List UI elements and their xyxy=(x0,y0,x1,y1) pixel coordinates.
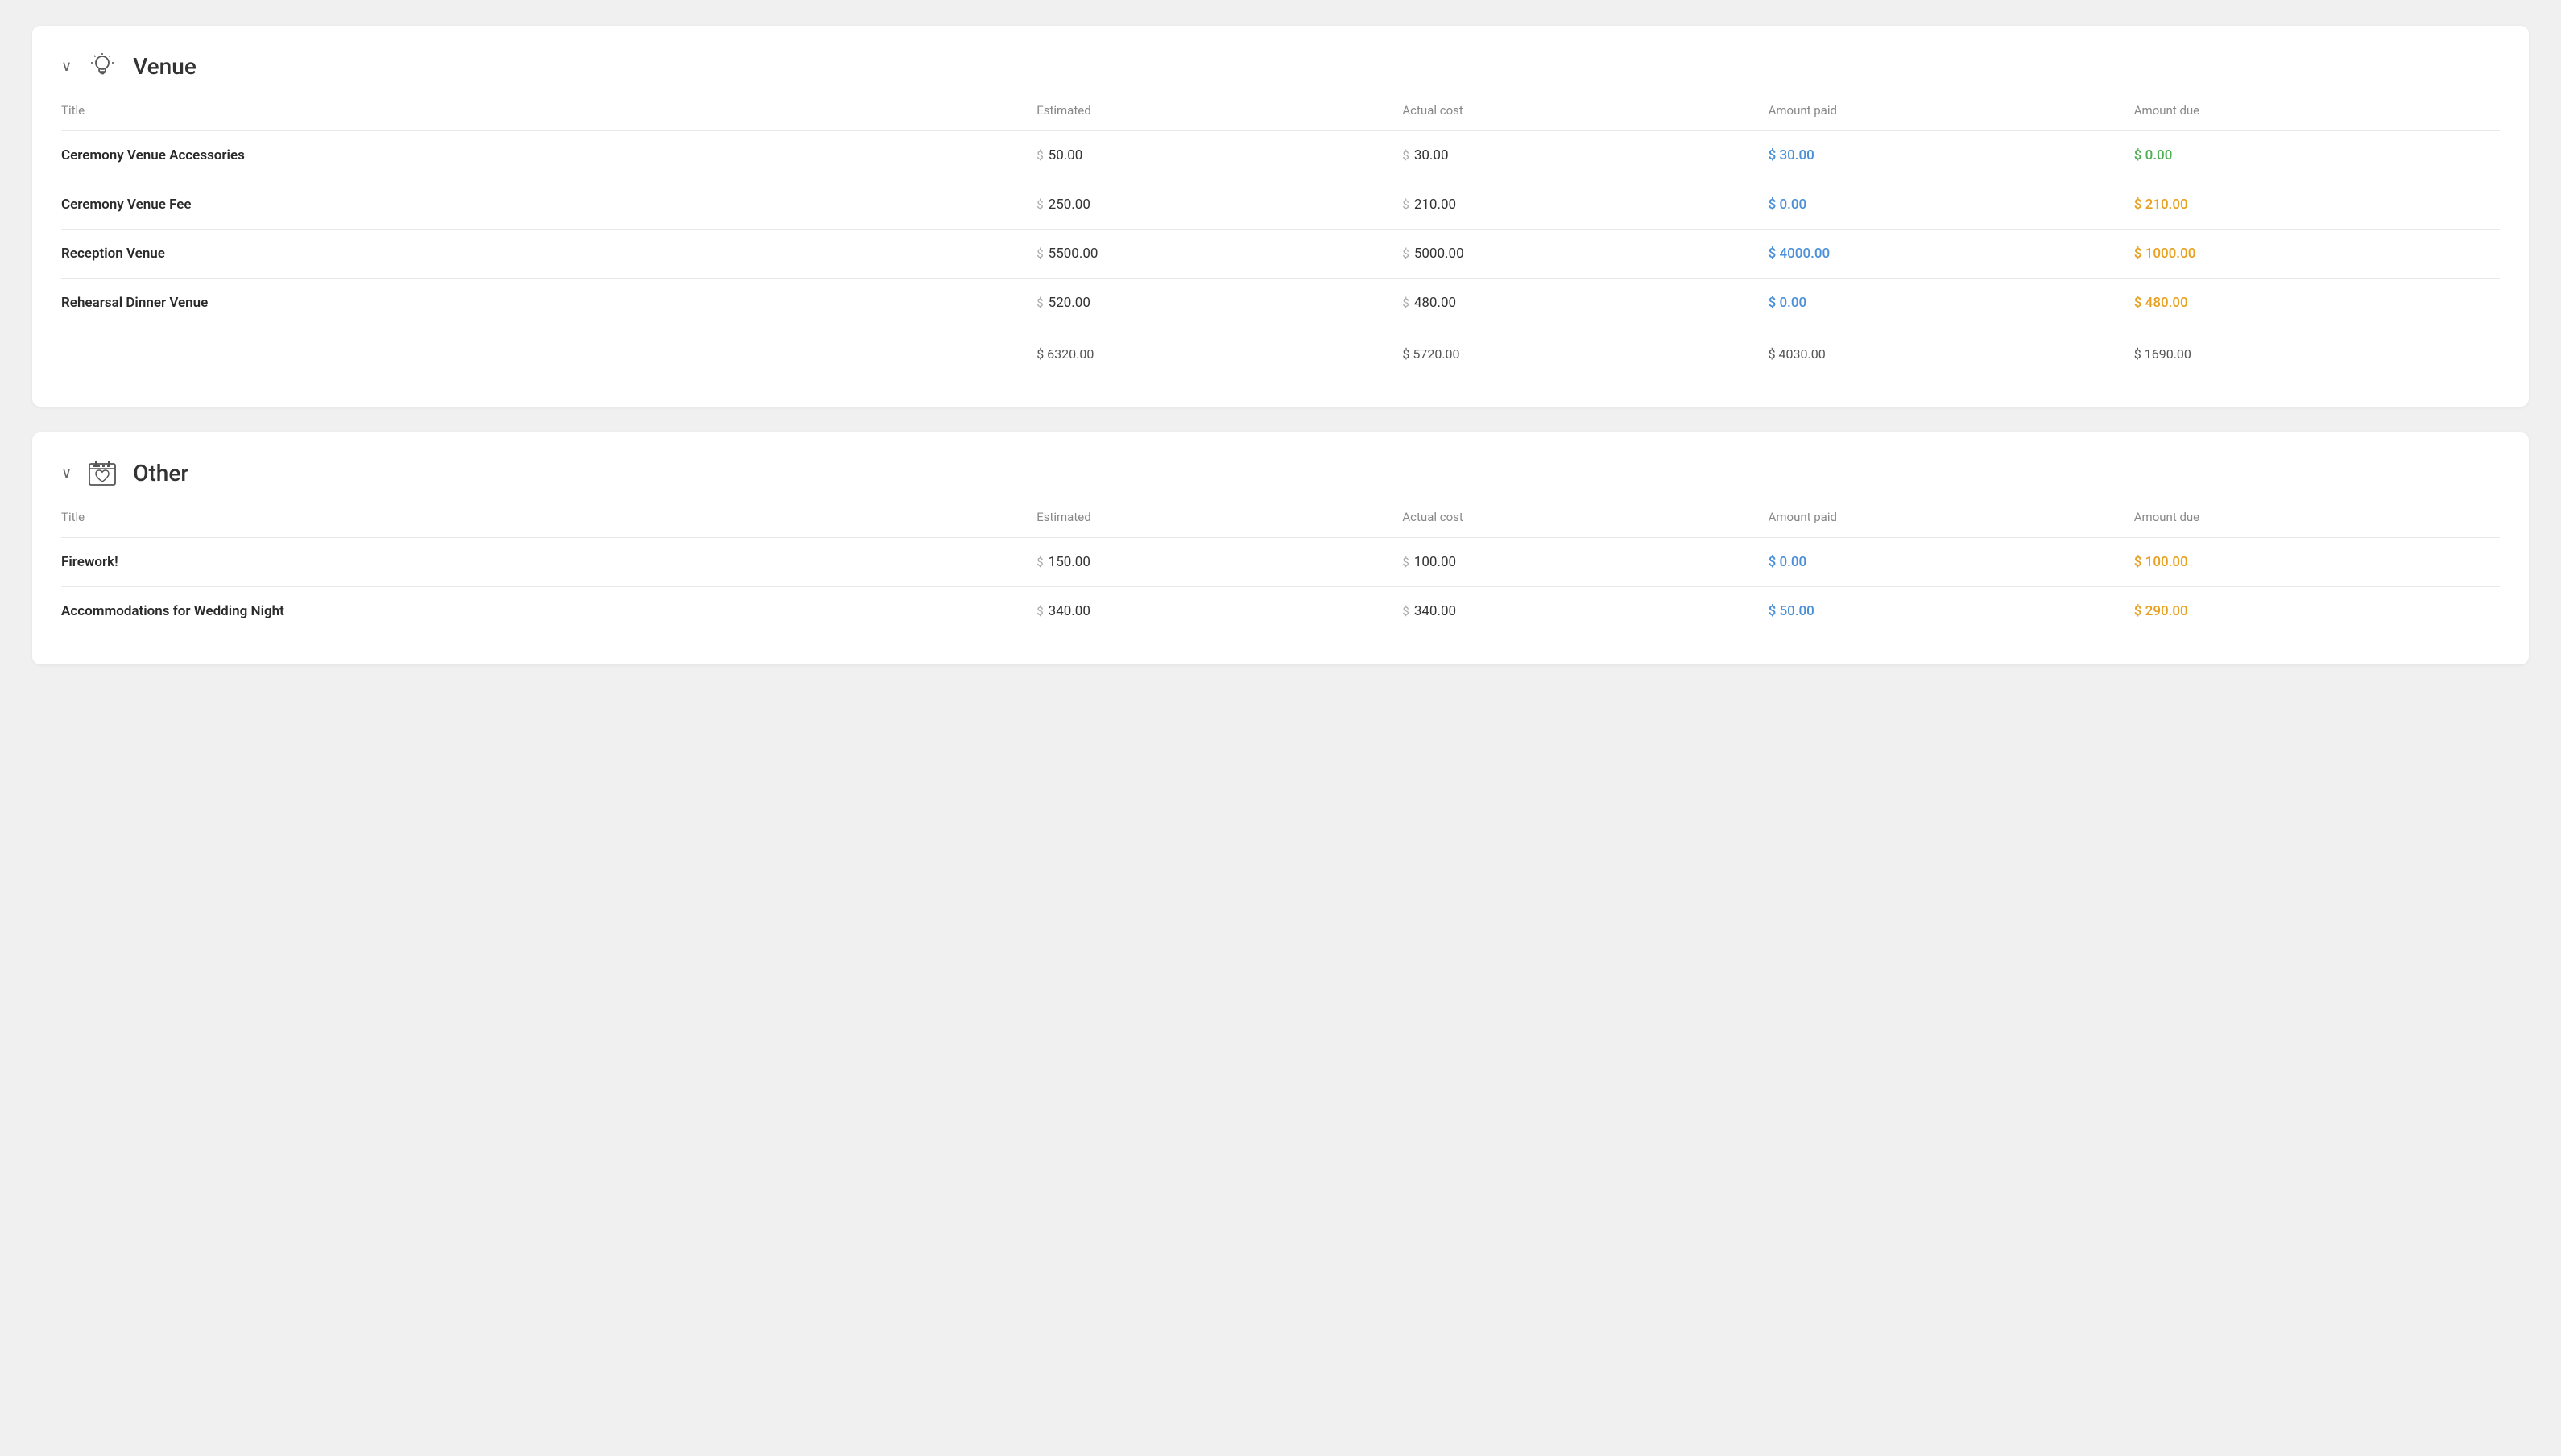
dollar-icon: $ xyxy=(1036,246,1043,261)
table-row: Ceremony Venue Accessories$ 50.00$ 30.00… xyxy=(61,131,2500,180)
table-row: Ceremony Venue Fee$ 250.00$ 210.00$ 0.00… xyxy=(61,180,2500,230)
dollar-icon: $ xyxy=(2134,147,2145,163)
row-estimated: $ 150.00 xyxy=(1036,538,1402,587)
row-title: Firework! xyxy=(61,538,1036,587)
row-title: Ceremony Venue Fee xyxy=(61,180,1036,230)
row-actual-cost: $ 480.00 xyxy=(1402,279,1768,328)
row-amount-due: $ 290.00 xyxy=(2134,587,2500,636)
dollar-icon: $ xyxy=(1402,555,1409,569)
row-amount-due: $ 1000.00 xyxy=(2134,230,2500,279)
other-col-estimated: Estimated xyxy=(1036,510,1402,538)
table-row: Firework!$ 150.00$ 100.00$ 0.00$ 100.00 xyxy=(61,538,2500,587)
dollar-icon: $ xyxy=(1402,246,1409,261)
row-amount-paid: $ 0.00 xyxy=(1769,180,2134,230)
venue-icon xyxy=(85,48,120,84)
table-row: Rehearsal Dinner Venue$ 520.00$ 480.00$ … xyxy=(61,279,2500,328)
dollar-icon: $ xyxy=(2134,196,2145,213)
row-amount-due: $ 100.00 xyxy=(2134,538,2500,587)
row-estimated: $ 340.00 xyxy=(1036,587,1402,636)
dollar-icon: $ xyxy=(1036,197,1043,212)
other-table: Title Estimated Actual cost Amount paid … xyxy=(61,510,2500,635)
other-icon xyxy=(85,455,120,490)
row-amount-paid: $ 4000.00 xyxy=(1769,230,2134,279)
row-amount-due: $ 210.00 xyxy=(2134,180,2500,230)
venue-total-actual: $ 5720.00 xyxy=(1402,327,1768,378)
venue-total-due: $ 1690.00 xyxy=(2134,327,2500,378)
dollar-icon: $ xyxy=(1769,603,1780,619)
row-estimated: $ 520.00 xyxy=(1036,279,1402,328)
venue-title: Venue xyxy=(133,53,197,80)
row-actual-cost: $ 210.00 xyxy=(1402,180,1768,230)
row-actual-cost: $ 340.00 xyxy=(1402,587,1768,636)
row-amount-due: $ 480.00 xyxy=(2134,279,2500,328)
row-title: Reception Venue xyxy=(61,230,1036,279)
row-amount-paid: $ 0.00 xyxy=(1769,538,2134,587)
table-row: Accommodations for Wedding Night$ 340.00… xyxy=(61,587,2500,636)
other-col-due: Amount due xyxy=(2134,510,2500,538)
other-chevron[interactable]: ∨ xyxy=(61,465,72,482)
other-col-title: Title xyxy=(61,510,1036,538)
row-amount-paid: $ 0.00 xyxy=(1769,279,2134,328)
venue-col-paid: Amount paid xyxy=(1769,103,2134,131)
other-section: ∨ Other Title Estimated xyxy=(32,432,2529,664)
row-estimated: $ 50.00 xyxy=(1036,131,1402,180)
venue-total-estimated: $ 6320.00 xyxy=(1036,327,1402,378)
dollar-icon: $ xyxy=(1402,197,1409,212)
dollar-icon: $ xyxy=(1769,246,1780,262)
dollar-icon: $ xyxy=(2134,554,2145,570)
dollar-icon: $ xyxy=(1769,147,1780,163)
dollar-icon: $ xyxy=(2134,246,2145,262)
row-amount-due: $ 0.00 xyxy=(2134,131,2500,180)
other-col-actual: Actual cost xyxy=(1402,510,1768,538)
row-actual-cost: $ 100.00 xyxy=(1402,538,1768,587)
dollar-icon: $ xyxy=(1769,554,1780,570)
dollar-icon: $ xyxy=(1036,555,1043,569)
other-section-header: ∨ Other xyxy=(61,455,2500,490)
venue-col-estimated: Estimated xyxy=(1036,103,1402,131)
dollar-icon: $ xyxy=(1036,148,1043,163)
dollar-icon: $ xyxy=(2134,295,2145,311)
row-actual-cost: $ 5000.00 xyxy=(1402,230,1768,279)
dollar-icon: $ xyxy=(2134,603,2145,619)
venue-total-paid: $ 4030.00 xyxy=(1769,327,2134,378)
other-title: Other xyxy=(133,460,188,486)
row-amount-paid: $ 50.00 xyxy=(1769,587,2134,636)
dollar-icon: $ xyxy=(1036,604,1043,618)
dollar-icon: $ xyxy=(1769,196,1780,213)
venue-col-title: Title xyxy=(61,103,1036,131)
venue-section-header: ∨ Venue xyxy=(61,48,2500,84)
table-row: Reception Venue$ 5500.00$ 5000.00$ 4000.… xyxy=(61,230,2500,279)
row-title: Ceremony Venue Accessories xyxy=(61,131,1036,180)
venue-table: Title Estimated Actual cost Amount paid … xyxy=(61,103,2500,378)
row-amount-paid: $ 30.00 xyxy=(1769,131,2134,180)
row-actual-cost: $ 30.00 xyxy=(1402,131,1768,180)
dollar-icon: $ xyxy=(1036,296,1043,310)
dollar-icon: $ xyxy=(1769,295,1780,311)
row-estimated: $ 250.00 xyxy=(1036,180,1402,230)
row-title: Rehearsal Dinner Venue xyxy=(61,279,1036,328)
dollar-icon: $ xyxy=(1402,296,1409,310)
dollar-icon: $ xyxy=(1402,148,1409,163)
venue-col-due: Amount due xyxy=(2134,103,2500,131)
row-estimated: $ 5500.00 xyxy=(1036,230,1402,279)
dollar-icon: $ xyxy=(1402,604,1409,618)
venue-section: ∨ Venue Title Estimated Actual cost xyxy=(32,26,2529,407)
venue-col-actual: Actual cost xyxy=(1402,103,1768,131)
row-title: Accommodations for Wedding Night xyxy=(61,587,1036,636)
venue-chevron[interactable]: ∨ xyxy=(61,58,72,75)
venue-totals-row: $ 6320.00 $ 5720.00 $ 4030.00 $ 1690.00 xyxy=(61,327,2500,378)
other-col-paid: Amount paid xyxy=(1769,510,2134,538)
